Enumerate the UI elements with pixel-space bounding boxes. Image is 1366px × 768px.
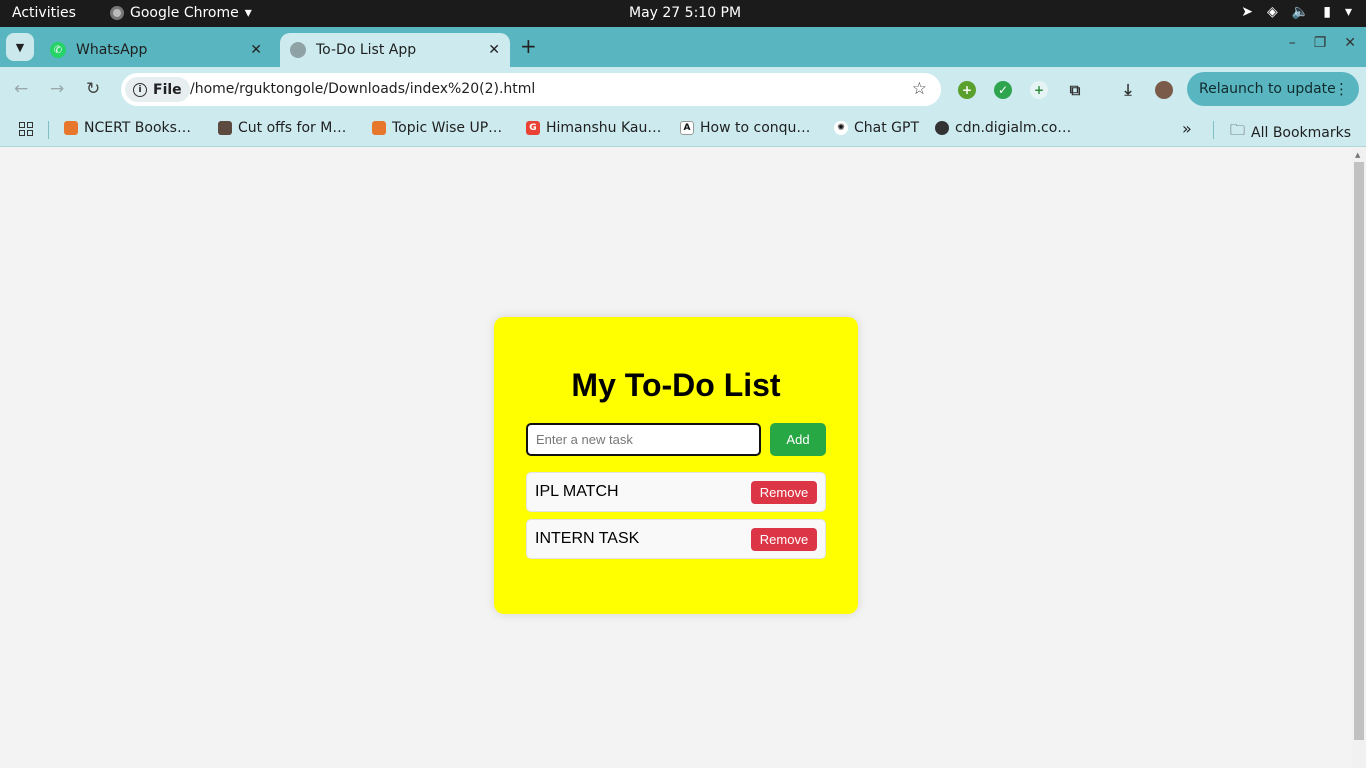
tab-title: WhatsApp (76, 42, 148, 58)
all-bookmarks-button[interactable]: 🗀 All Bookmarks (1230, 120, 1351, 145)
bookmark-ncert[interactable]: NCERT Books… (64, 120, 191, 136)
reload-button[interactable]: ↻ (86, 79, 100, 99)
task-text: INTERN TASK (535, 530, 640, 547)
google-icon: G (526, 121, 540, 135)
bookmark-label: How to conqu… (700, 120, 811, 136)
close-icon[interactable]: ✕ (250, 42, 262, 58)
bookmark-label: Himanshu Kau… (546, 120, 662, 136)
puzzle-extensions-icon[interactable]: ⧉ (1066, 81, 1084, 99)
back-button[interactable]: ← (14, 79, 28, 99)
close-icon[interactable]: ✕ (488, 42, 500, 58)
scrollbar-thumb[interactable] (1354, 162, 1364, 740)
bookmark-how-to-conquer[interactable]: A How to conqu… (680, 120, 810, 136)
relaunch-label: Relaunch to update (1199, 81, 1336, 97)
task-list: IPL MATCH Remove INTERN TASK Remove (526, 472, 826, 566)
apps-grid-icon[interactable] (19, 122, 33, 136)
task-text: IPL MATCH (535, 483, 619, 500)
scroll-up-icon[interactable]: ▲ (1355, 151, 1360, 159)
chrome-icon (110, 6, 124, 20)
clock[interactable]: May 27 5:10 PM (629, 5, 741, 21)
menu-kebab-icon[interactable]: ⋮ (1334, 80, 1349, 98)
bookmark-label: cdn.digialm.co… (955, 120, 1072, 136)
browser-toolbar: ← → ↻ i File /home/rguktongole/Downloads… (0, 67, 1366, 112)
address-bar[interactable]: i File /home/rguktongole/Downloads/index… (121, 73, 941, 106)
restore-icon[interactable]: ❐ (1314, 35, 1327, 51)
ad-icon: A (680, 121, 694, 135)
chatgpt-icon: ✺ (834, 121, 848, 135)
divider (1213, 121, 1214, 139)
profile-avatar[interactable] (1155, 81, 1173, 99)
page-scrollbar[interactable]: ▲ (1352, 148, 1366, 768)
divider (48, 121, 49, 139)
bookmark-label: NCERT Books… (84, 120, 191, 136)
minimize-icon[interactable]: – (1289, 35, 1296, 51)
whatsapp-icon: ✆ (50, 42, 66, 58)
add-task-button[interactable]: Add (770, 423, 826, 456)
download-icon[interactable]: ⤓ (1119, 80, 1137, 99)
bookmark-himanshu[interactable]: G Himanshu Kau… (526, 120, 661, 136)
bookmarks-bar: NCERT Books… Cut offs for M… Topic Wise … (0, 112, 1366, 147)
wifi-icon: ◈ (1267, 4, 1278, 20)
app-menu[interactable]: Google Chrome ▾ (110, 5, 252, 21)
bookmark-label: Cut offs for M… (238, 120, 347, 136)
forward-button[interactable]: → (50, 79, 64, 99)
bookmark-cdn-digialm[interactable]: cdn.digialm.co… (935, 120, 1071, 136)
system-tray[interactable]: ➤ ◈ 🔈 ▮ ▾ (1241, 4, 1352, 20)
activities-button[interactable]: Activities (12, 5, 76, 21)
bookmark-cut-offs[interactable]: Cut offs for M… (218, 120, 346, 136)
page-viewport: My To-Do List Add IPL MATCH Remove INTER… (0, 148, 1352, 768)
page-title: My To-Do List (571, 367, 781, 403)
ncert-icon (64, 121, 78, 135)
bookmark-star-icon[interactable]: ☆ (912, 79, 927, 99)
app-menu-label: Google Chrome (130, 5, 239, 21)
site-info-chip[interactable]: i File (125, 77, 190, 102)
bookmark-chat-gpt[interactable]: ✺ Chat GPT (834, 120, 919, 136)
todo-card: My To-Do List Add IPL MATCH Remove INTER… (494, 317, 858, 614)
relaunch-button[interactable]: Relaunch to update ⋮ (1187, 72, 1359, 106)
image-icon (218, 121, 232, 135)
tab-whatsapp[interactable]: ✆ WhatsApp ✕ (40, 33, 272, 67)
close-window-icon[interactable]: ✕ (1344, 35, 1356, 51)
window-controls: – ❐ ✕ (1289, 35, 1356, 51)
more-bookmarks-chevron-icon[interactable]: » (1182, 119, 1192, 138)
bookmark-label: Chat GPT (854, 120, 920, 136)
volume-icon: 🔈 (1291, 4, 1310, 20)
caret-down-icon: ▾ (244, 5, 252, 21)
all-bookmarks-label: All Bookmarks (1251, 124, 1352, 141)
shield-extension-icon[interactable]: ✓ (994, 81, 1012, 99)
battery-icon: ▮ (1323, 4, 1331, 20)
system-top-bar: Activities Google Chrome ▾ May 27 5:10 P… (0, 0, 1366, 27)
url-text[interactable]: /home/rguktongole/Downloads/index%20(2).… (190, 81, 535, 97)
tab-search-button[interactable]: ▼ (6, 33, 34, 61)
remove-task-button[interactable]: Remove (751, 481, 817, 504)
site-chip-label: File (153, 81, 182, 98)
bookmark-label: Topic Wise UP… (392, 120, 503, 136)
globe-icon (290, 42, 306, 58)
telegram-icon[interactable]: ➤ (1241, 4, 1253, 20)
bookmark-topic-wise[interactable]: Topic Wise UP… (372, 120, 502, 136)
remove-task-button[interactable]: Remove (751, 528, 817, 551)
ncert-icon (372, 121, 386, 135)
new-tab-button[interactable]: + (520, 34, 537, 58)
info-icon: i (133, 82, 147, 97)
chevron-down-icon: ▼ (15, 40, 25, 54)
tab-todo-app[interactable]: To-Do List App ✕ (280, 33, 510, 67)
tab-strip: ▼ ✆ WhatsApp ✕ To-Do List App ✕ + – ❐ ✕ (0, 27, 1366, 67)
caret-down-icon: ▾ (1344, 4, 1352, 20)
folder-icon: 🗀 (1230, 121, 1246, 139)
extension-add-icon[interactable]: + (1030, 81, 1048, 99)
tab-title: To-Do List App (316, 42, 417, 58)
task-input[interactable] (526, 423, 761, 456)
task-item: IPL MATCH Remove (526, 472, 826, 512)
globe-icon (935, 121, 949, 135)
extension-plus-icon[interactable]: + (958, 81, 976, 99)
task-item: INTERN TASK Remove (526, 519, 826, 559)
